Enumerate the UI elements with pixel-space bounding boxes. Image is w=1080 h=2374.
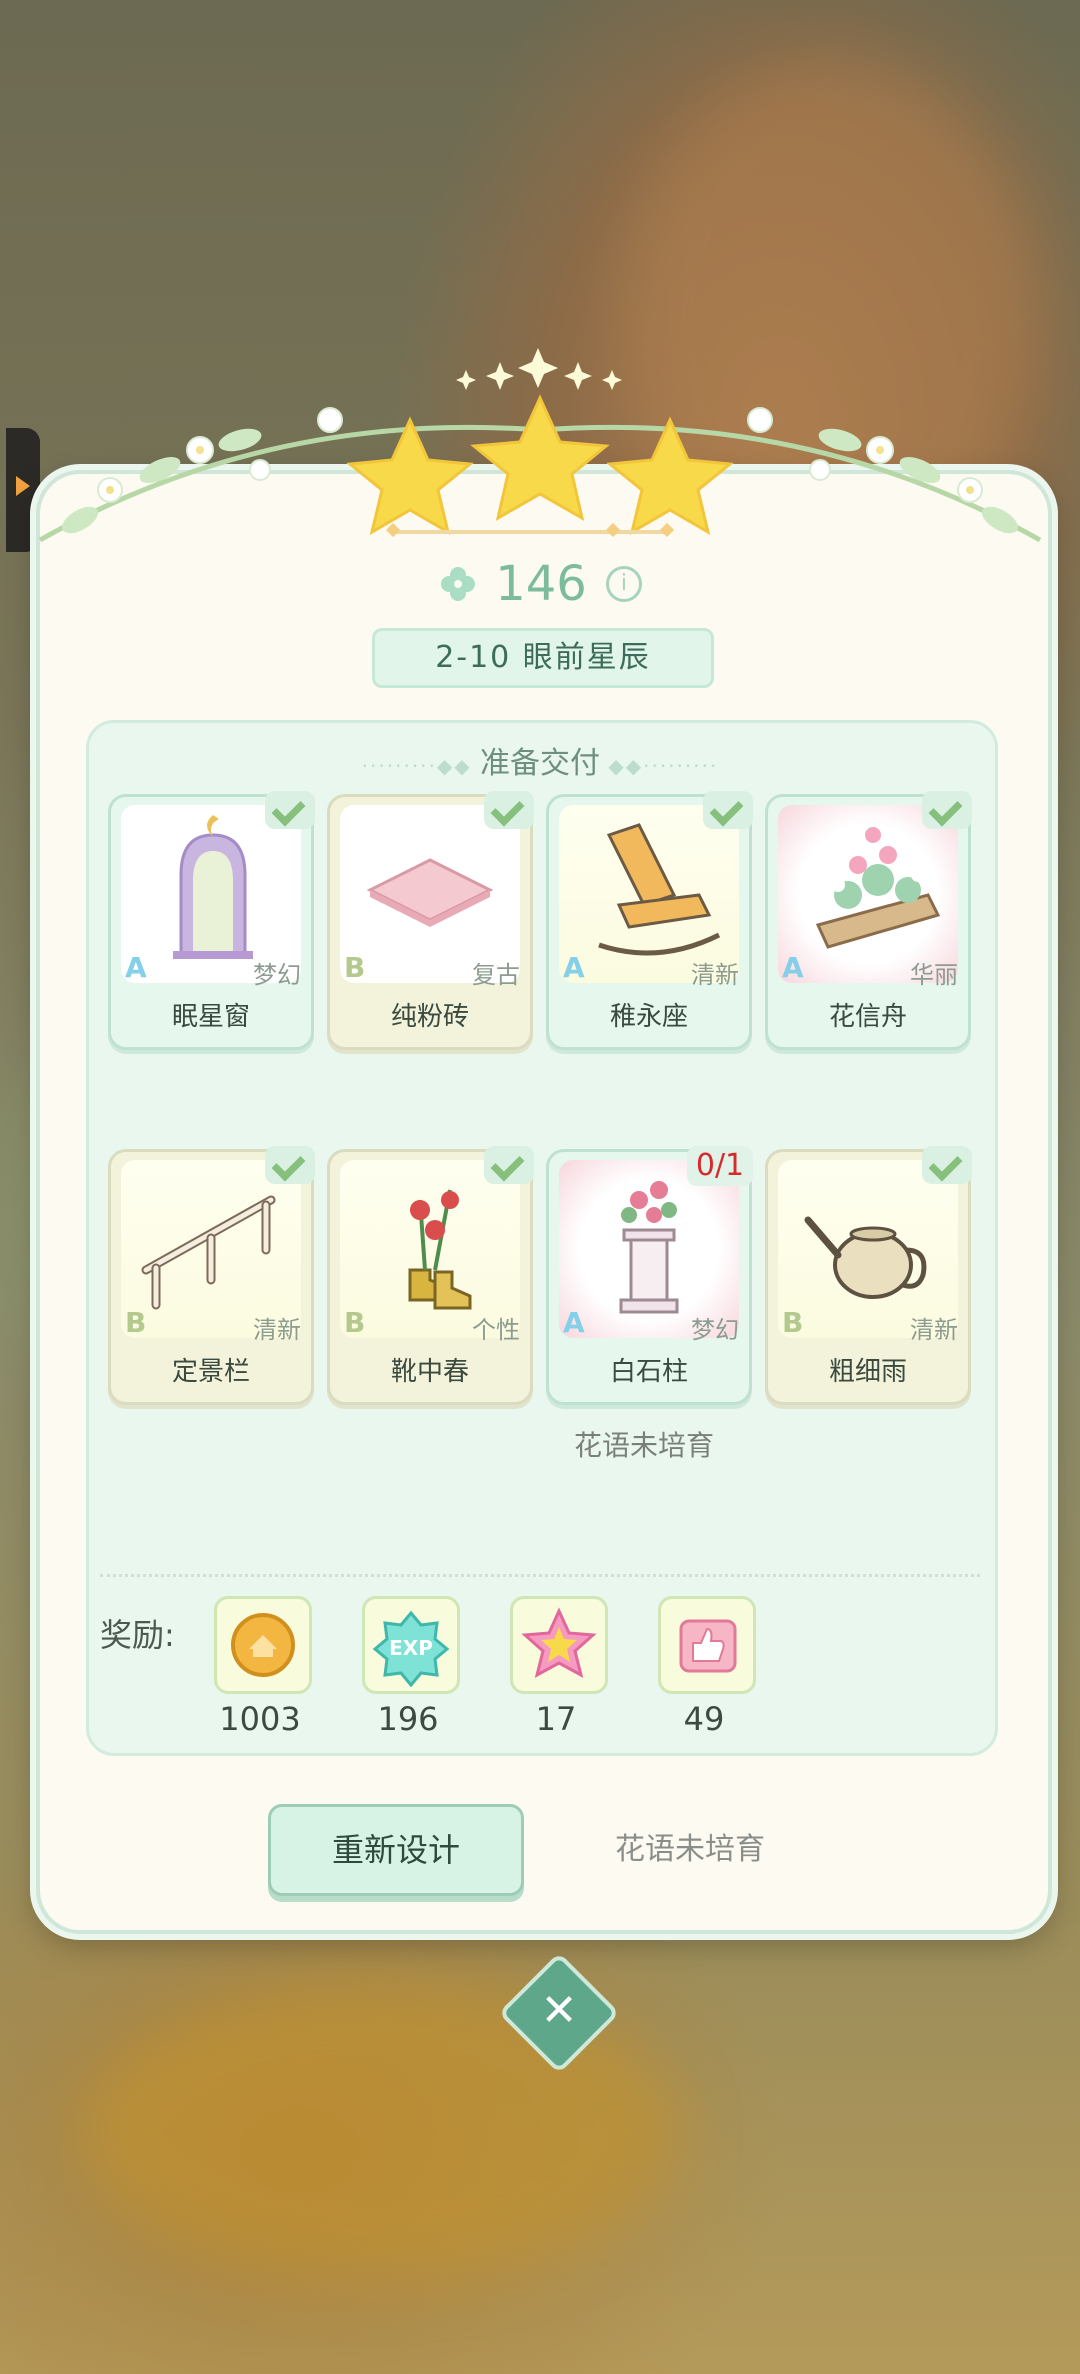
exp-icon: EXP — [372, 1610, 450, 1688]
style-label: 梦幻 — [253, 961, 301, 989]
coin-icon — [231, 1613, 295, 1677]
title-ornament: ·········◆◆ — [361, 754, 480, 778]
item-card[interactable]: A 梦幻 眠星窗 — [108, 791, 315, 1050]
reward-value: 49 — [683, 1700, 725, 1738]
star-2-icon — [470, 394, 610, 521]
item-name: 纯粉砖 — [390, 1002, 469, 1032]
check-icon — [703, 791, 753, 829]
style-label: 清新 — [910, 1316, 958, 1344]
item-name: 眠星窗 — [171, 1002, 250, 1032]
star-progress-line — [385, 522, 675, 538]
star-1-icon — [346, 416, 474, 536]
redesign-button[interactable]: 重新设计 — [268, 1804, 524, 1896]
grade-badge: A — [782, 951, 804, 984]
score-value: 146 — [495, 556, 587, 612]
clover-icon — [441, 567, 476, 601]
item-name: 花信舟 — [828, 1002, 907, 1032]
item-name: 白石柱 — [609, 1357, 688, 1387]
panel-title: 准备交付 — [480, 746, 600, 781]
item-card[interactable]: A 清新 稚永座 — [546, 791, 753, 1050]
item-card[interactable]: B 复古 纯粉砖 — [327, 791, 534, 1050]
grade-badge: B — [782, 1306, 804, 1339]
style-label: 清新 — [691, 961, 739, 989]
item-status-note: 花语未培育 — [574, 1429, 715, 1462]
reward-value: 1003 — [219, 1700, 301, 1738]
item-count-badge: 0/1 — [687, 1146, 753, 1186]
panel-title-row: ·········◆◆ 准备交付 ◆◆········· — [0, 738, 1080, 782]
reward-value: 17 — [535, 1700, 577, 1738]
grade-badge: B — [344, 1306, 366, 1339]
close-icon: ✕ — [540, 1985, 578, 2036]
check-icon — [922, 791, 972, 829]
item-name: 靴中春 — [390, 1357, 469, 1387]
check-icon — [484, 791, 534, 829]
level-title: 2-10 眼前星辰 — [372, 628, 714, 688]
star-icon — [521, 1607, 597, 1678]
item-name: 粗细雨 — [828, 1357, 907, 1387]
check-icon — [265, 1146, 315, 1184]
style-label: 个性 — [472, 1316, 520, 1344]
reward-exp[interactable]: EXP — [362, 1596, 460, 1694]
item-name: 定景栏 — [171, 1357, 250, 1387]
item-card[interactable]: A 华丽 花信舟 — [765, 791, 972, 1050]
item-card[interactable]: B 个性 靴中春 — [327, 1146, 534, 1405]
svg-text:EXP: EXP — [389, 1636, 433, 1660]
star-rating — [346, 348, 734, 536]
check-icon — [265, 791, 315, 829]
item-name: 稚永座 — [609, 1002, 688, 1032]
item-card[interactable]: A 梦幻 白石柱 0/1 — [546, 1146, 753, 1405]
style-label: 清新 — [253, 1316, 301, 1344]
style-label: 华丽 — [910, 961, 958, 989]
title-ornament: ◆◆········· — [600, 754, 719, 778]
style-label: 梦幻 — [691, 1316, 739, 1344]
game-screen: { "level": { "score": "146", "title": "2… — [0, 0, 1080, 2374]
thumbs-up-icon — [679, 1619, 737, 1673]
reward-star[interactable] — [510, 1596, 608, 1694]
item-card[interactable]: B 清新 粗细雨 — [765, 1146, 972, 1405]
flower-not-grown-button[interactable]: 花语未培育 — [580, 1824, 800, 1868]
style-label: 复古 — [472, 961, 520, 989]
grade-badge: A — [563, 951, 585, 984]
grade-badge: A — [563, 1306, 585, 1339]
grade-badge: B — [125, 1306, 147, 1339]
item-card[interactable]: B 清新 定景栏 — [108, 1146, 315, 1405]
star-3-icon — [606, 416, 734, 536]
reward-like[interactable] — [658, 1596, 756, 1694]
reward-label: 奖励: — [100, 1616, 175, 1654]
grade-badge: B — [344, 951, 366, 984]
grade-badge: A — [125, 951, 147, 984]
check-icon — [484, 1146, 534, 1184]
check-icon — [922, 1146, 972, 1184]
info-icon[interactable]: i — [605, 566, 642, 602]
reward-coin[interactable] — [214, 1596, 312, 1694]
reward-divider — [100, 1574, 980, 1577]
score-row: 146 i — [0, 556, 1080, 616]
reward-value: 196 — [377, 1700, 439, 1738]
